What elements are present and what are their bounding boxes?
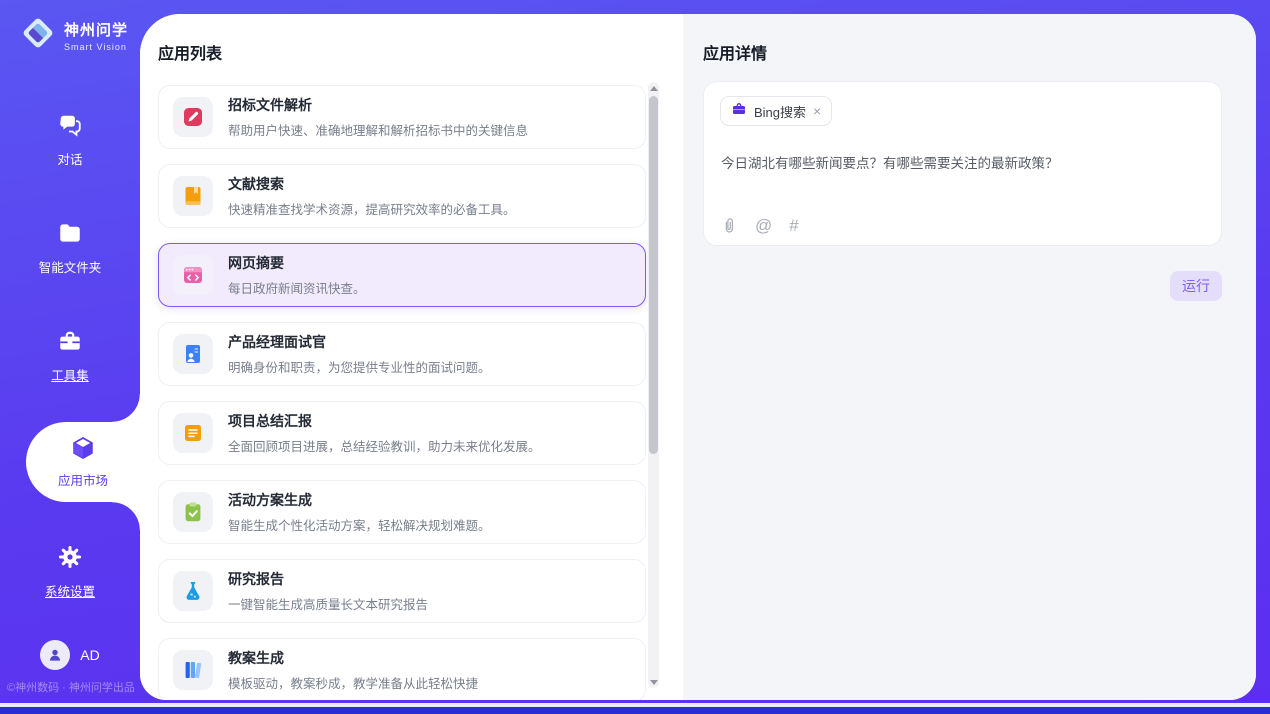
avatar[interactable] [40,640,70,670]
paperclip-icon[interactable] [720,216,738,236]
sidebar-item-label: 工具集 [51,365,89,384]
app-card[interactable]: 网页摘要 每日政府新闻资讯快查。 [158,243,646,307]
app-card[interactable]: 教案生成 模板驱动，教案秒成，教学准备从此轻松快捷 [158,638,646,700]
app-card-desc: 一键智能生成高质量长文本研究报告 [228,594,428,613]
books-icon [173,650,213,690]
sidebar-item-label: 对话 [57,149,82,168]
bottom-bar [0,707,1270,714]
tool-tag-label: Bing搜索 [754,102,806,121]
app-card-desc: 明确身份和职责，为您提供专业性的面试问题。 [228,357,491,376]
app-card-title: 招标文件解析 [228,95,528,115]
content-area: 应用列表 招标文件解析 帮助用户快速、准确地理解和解析招标书中的关键信息 文献搜… [140,14,1256,700]
app-card-title: 项目总结汇报 [228,411,541,431]
run-button[interactable]: 运行 [1170,271,1222,301]
pencil-square-icon [173,97,213,137]
close-icon[interactable]: × [813,104,821,118]
app-card-title: 产品经理面试官 [228,332,491,352]
scroll-down-icon[interactable] [648,676,659,688]
app-card-title: 文献搜索 [228,174,516,194]
chat-icon [57,112,83,143]
app-card-title: 研究报告 [228,569,428,589]
cube-icon [70,435,96,466]
app-card-title: 活动方案生成 [228,490,491,510]
book-icon [173,176,213,216]
app-card-desc: 模板驱动，教案秒成，教学准备从此轻松快捷 [228,673,478,692]
tool-tag-bing-search[interactable]: Bing搜索 × [720,96,832,126]
app-detail-card: Bing搜索 × 今日湖北有哪些新闻要点？有哪些需要关注的最新政策？ @# [703,81,1222,246]
sidebar-item-label: 应用市场 [58,470,108,489]
sidebar-footer: ©神州数码 · 神州问学出品 [7,679,140,695]
sidebar-item-label: 智能文件夹 [39,257,102,276]
at-icon[interactable]: @ [755,216,772,236]
query-input[interactable]: 今日湖北有哪些新闻要点？有哪些需要关注的最新政策？ [721,152,1201,172]
sidebar-item[interactable]: 工具集 [0,328,140,392]
app-card-desc: 快速精准查找学术资源，提高研究效率的必备工具。 [228,199,516,218]
app-detail-panel: 应用详情 Bing搜索 × 今日湖北有哪些新闻要点？有哪些需要关注的最新政策？ … [683,14,1256,700]
app-card[interactable]: 文献搜索 快速精准查找学术资源，提高研究效率的必备工具。 [158,164,646,228]
scrollbar-thumb[interactable] [649,96,658,454]
interview-icon [173,334,213,374]
app-list-title: 应用列表 [158,40,222,64]
folder-icon [57,220,83,251]
app-card[interactable]: 产品经理面试官 明确身份和职责，为您提供专业性的面试问题。 [158,322,646,386]
gear-icon [57,544,83,575]
browser-code-icon [173,255,213,295]
scroll-up-icon[interactable] [648,82,659,94]
sidebar-item-label: 系统设置 [45,581,95,600]
briefcase-icon [731,101,747,122]
app-card-title: 教案生成 [228,648,478,668]
app-card[interactable]: 招标文件解析 帮助用户快速、准确地理解和解析招标书中的关键信息 [158,85,646,149]
sidebar-item[interactable]: 对话 [0,112,140,176]
app-detail-title: 应用详情 [703,40,767,64]
user-name: AD [80,647,99,663]
app-card-list: 招标文件解析 帮助用户快速、准确地理解和解析招标书中的关键信息 文献搜索 快速精… [158,85,646,700]
attachment-toolbar: @# [720,216,799,236]
app-card-desc: 每日政府新闻资讯快查。 [228,278,366,297]
person-icon [46,646,64,664]
app-list-panel: 应用列表 招标文件解析 帮助用户快速、准确地理解和解析招标书中的关键信息 文献搜… [140,14,683,700]
clipboard-check-icon [173,492,213,532]
sidebar-item[interactable]: 应用市场 [26,422,140,502]
toolbox-icon [57,328,83,359]
sidebar: 神州问学 Smart Vision 对话 智能文件夹 工具集 应用市场 系统设置 [0,0,140,703]
sidebar-item[interactable]: 系统设置 [0,544,140,608]
user-row[interactable]: AD [0,640,140,670]
app-card[interactable]: 活动方案生成 智能生成个性化活动方案，轻松解决规划难题。 [158,480,646,544]
hash-icon[interactable]: # [789,216,798,236]
research-icon [173,571,213,611]
memo-icon [173,413,213,453]
sidebar-item[interactable]: 智能文件夹 [0,220,140,284]
app-card[interactable]: 研究报告 一键智能生成高质量长文本研究报告 [158,559,646,623]
sidebar-nav: 对话 智能文件夹 工具集 应用市场 系统设置 [0,0,140,703]
list-scrollbar[interactable] [648,82,659,688]
app-card-desc: 智能生成个性化活动方案，轻松解决规划难题。 [228,515,491,534]
app-card-title: 网页摘要 [228,253,366,273]
app-card-desc: 全面回顾项目进展，总结经验教训，助力未来优化发展。 [228,436,541,455]
app-card-desc: 帮助用户快速、准确地理解和解析招标书中的关键信息 [228,120,528,139]
app-card[interactable]: 项目总结汇报 全面回顾项目进展，总结经验教训，助力未来优化发展。 [158,401,646,465]
